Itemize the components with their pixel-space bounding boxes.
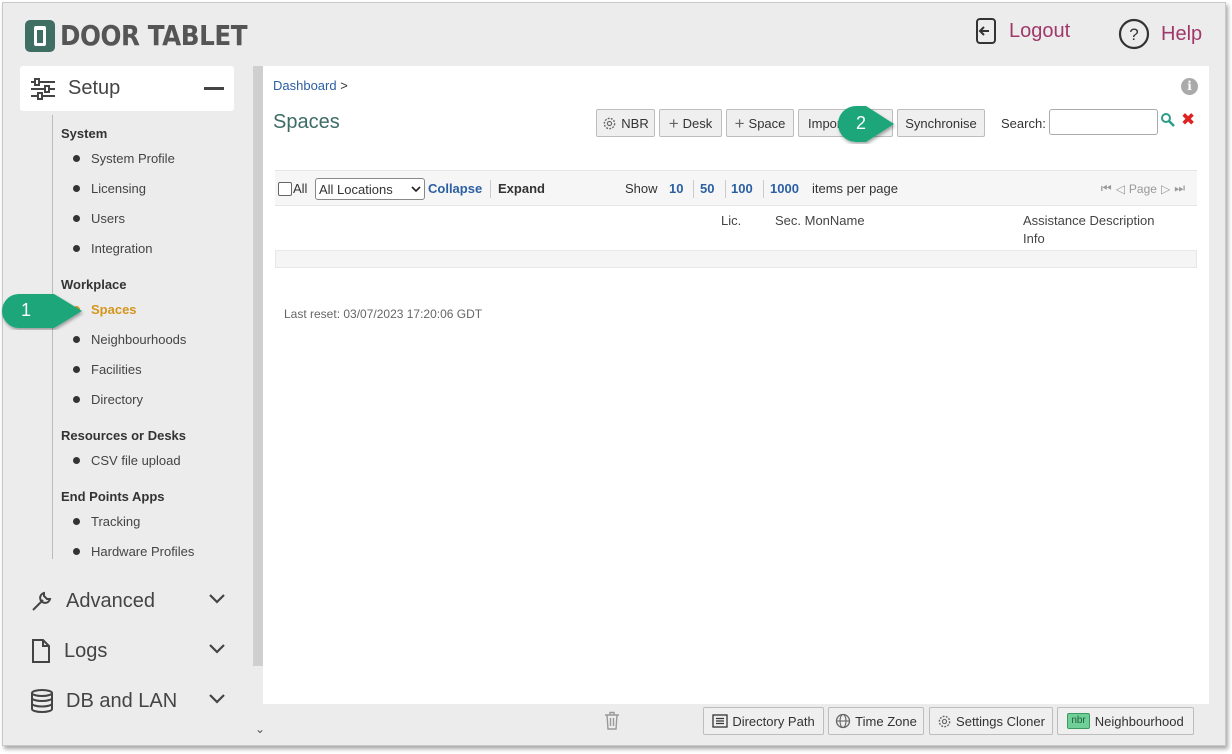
sidebar-db-label: DB and LAN xyxy=(66,689,178,712)
sidebar-section-logs[interactable]: Logs xyxy=(30,631,230,671)
callout-1: 1 xyxy=(0,292,86,333)
sidebar-item-hardware-profiles[interactable]: Hardware Profiles xyxy=(53,538,235,564)
group-workplace: Workplace xyxy=(61,277,127,292)
sidebar-item-system-profile[interactable]: System Profile xyxy=(53,145,235,171)
sidebar-scrollbar[interactable] xyxy=(253,66,263,666)
show-label: Show xyxy=(625,181,658,196)
trash-icon[interactable] xyxy=(604,711,620,730)
nbr-badge-icon: nbr xyxy=(1067,713,1090,729)
table-row xyxy=(275,250,1197,268)
sidebar-item-facilities[interactable]: Facilities xyxy=(53,356,235,382)
gear-icon xyxy=(938,715,951,727)
page-size-50[interactable]: 50 xyxy=(700,181,714,196)
group-resources: Resources or Desks xyxy=(61,428,187,443)
breadcrumb: Dashboard > xyxy=(273,78,348,93)
sidebar-advanced-label: Advanced xyxy=(66,589,155,612)
page-title: Spaces xyxy=(273,111,340,133)
chevron-down-icon xyxy=(411,185,421,192)
select-all-checkbox[interactable] xyxy=(278,182,292,196)
brand-logo: DOOR TABLET xyxy=(25,19,273,52)
page-size-1000[interactable]: 1000 xyxy=(770,181,799,196)
expand-link[interactable]: Expand xyxy=(498,181,545,196)
items-per-page-label: items per page xyxy=(812,181,898,196)
last-reset-text: Last reset: 03/07/2023 17:20:06 GDT xyxy=(284,307,483,321)
logout-button[interactable]: Logout xyxy=(975,17,1070,45)
collapse-icon[interactable] xyxy=(204,87,224,90)
settings-cloner-button[interactable]: Settings Cloner xyxy=(929,707,1053,735)
door-logo-icon xyxy=(25,19,55,52)
synchronise-button[interactable]: Synchronise xyxy=(897,109,985,137)
sidebar-logs-label: Logs xyxy=(64,639,108,662)
add-space-button[interactable]: + Space xyxy=(726,109,794,137)
sidebar-section-db-lan[interactable]: DB and LAN xyxy=(30,681,230,721)
column-assistance-description[interactable]: Assistance Description Info xyxy=(1023,212,1155,248)
list-icon xyxy=(712,714,728,728)
gear-icon xyxy=(603,117,616,129)
help-icon: ? xyxy=(1118,18,1150,50)
main-panel: Dashboard > i Spaces NBR + Desk + Space Im… xyxy=(263,66,1209,704)
database-icon xyxy=(31,689,53,713)
help-label: Help xyxy=(1161,22,1203,45)
brand-name: DOOR TABLET xyxy=(60,19,248,52)
pager: ⏮ ◁ Page ▷ ⏭ xyxy=(1101,181,1185,196)
sidebar-section-advanced[interactable]: Advanced xyxy=(30,581,230,621)
directory-path-button[interactable]: Directory Path xyxy=(703,707,824,735)
prev-page-icon[interactable]: ◁ xyxy=(1116,182,1125,196)
nbr-button[interactable]: NBR xyxy=(596,109,655,137)
wrench-icon xyxy=(32,591,52,611)
column-sec-monname[interactable]: Sec. MonName xyxy=(775,212,865,230)
chevron-down-icon xyxy=(209,644,225,654)
logout-label: Logout xyxy=(1009,19,1071,42)
next-page-icon[interactable]: ▷ xyxy=(1161,182,1170,196)
select-all-label: All xyxy=(293,181,308,196)
location-select[interactable]: All Locations xyxy=(315,178,425,200)
page-label: Page xyxy=(1128,181,1157,196)
last-page-icon[interactable]: ⏭ xyxy=(1174,181,1185,196)
sidebar-setup-label: Setup xyxy=(68,77,121,99)
search-input[interactable] xyxy=(1049,109,1158,135)
neighbourhood-button[interactable]: nbr Neighbourhood xyxy=(1057,707,1194,735)
page-size-10[interactable]: 10 xyxy=(669,181,683,196)
globe-icon xyxy=(836,713,851,729)
page-size-100[interactable]: 100 xyxy=(731,181,753,196)
add-desk-button[interactable]: + Desk xyxy=(659,109,722,137)
sidebar-item-tracking[interactable]: Tracking xyxy=(53,508,235,534)
help-button[interactable]: ? Help xyxy=(1117,17,1202,51)
setup-tree: System System Profile Licensing Users In… xyxy=(52,115,235,559)
sidebar-item-csv-upload[interactable]: CSV file upload xyxy=(53,447,235,473)
group-endpoints: End Points Apps xyxy=(61,489,165,504)
scroll-down-icon[interactable]: ⌄ xyxy=(255,722,265,736)
sidebar-item-integration[interactable]: Integration xyxy=(53,235,235,261)
breadcrumb-separator: > xyxy=(340,78,348,93)
plus-icon: + xyxy=(734,113,745,133)
plus-icon: + xyxy=(668,113,679,133)
search-label: Search: xyxy=(1001,116,1046,131)
search-icon[interactable] xyxy=(1160,112,1176,128)
first-page-icon[interactable]: ⏮ xyxy=(1101,181,1112,196)
grid-toolbar: All All Locations Collapse Expand Show 1… xyxy=(275,170,1197,206)
clear-search-icon[interactable]: ✖ xyxy=(1181,110,1195,130)
svg-text:?: ? xyxy=(1129,25,1138,44)
breadcrumb-dashboard[interactable]: Dashboard xyxy=(273,78,337,93)
column-lic[interactable]: Lic. xyxy=(721,212,741,230)
sidebar-item-users[interactable]: Users xyxy=(53,205,235,231)
sidebar-item-directory[interactable]: Directory xyxy=(53,386,235,412)
sliders-icon xyxy=(31,77,55,100)
callout-2: 2 xyxy=(836,104,898,147)
document-icon xyxy=(32,639,50,663)
chevron-down-icon xyxy=(209,694,225,704)
chevron-down-icon xyxy=(209,594,225,604)
sidebar-section-setup[interactable]: Setup xyxy=(20,66,234,111)
collapse-link[interactable]: Collapse xyxy=(428,181,482,196)
group-system: System xyxy=(61,126,108,141)
time-zone-button[interactable]: Time Zone xyxy=(828,707,924,735)
logout-icon xyxy=(976,18,996,44)
info-icon[interactable]: i xyxy=(1181,78,1198,95)
sidebar-item-licensing[interactable]: Licensing xyxy=(53,175,235,201)
